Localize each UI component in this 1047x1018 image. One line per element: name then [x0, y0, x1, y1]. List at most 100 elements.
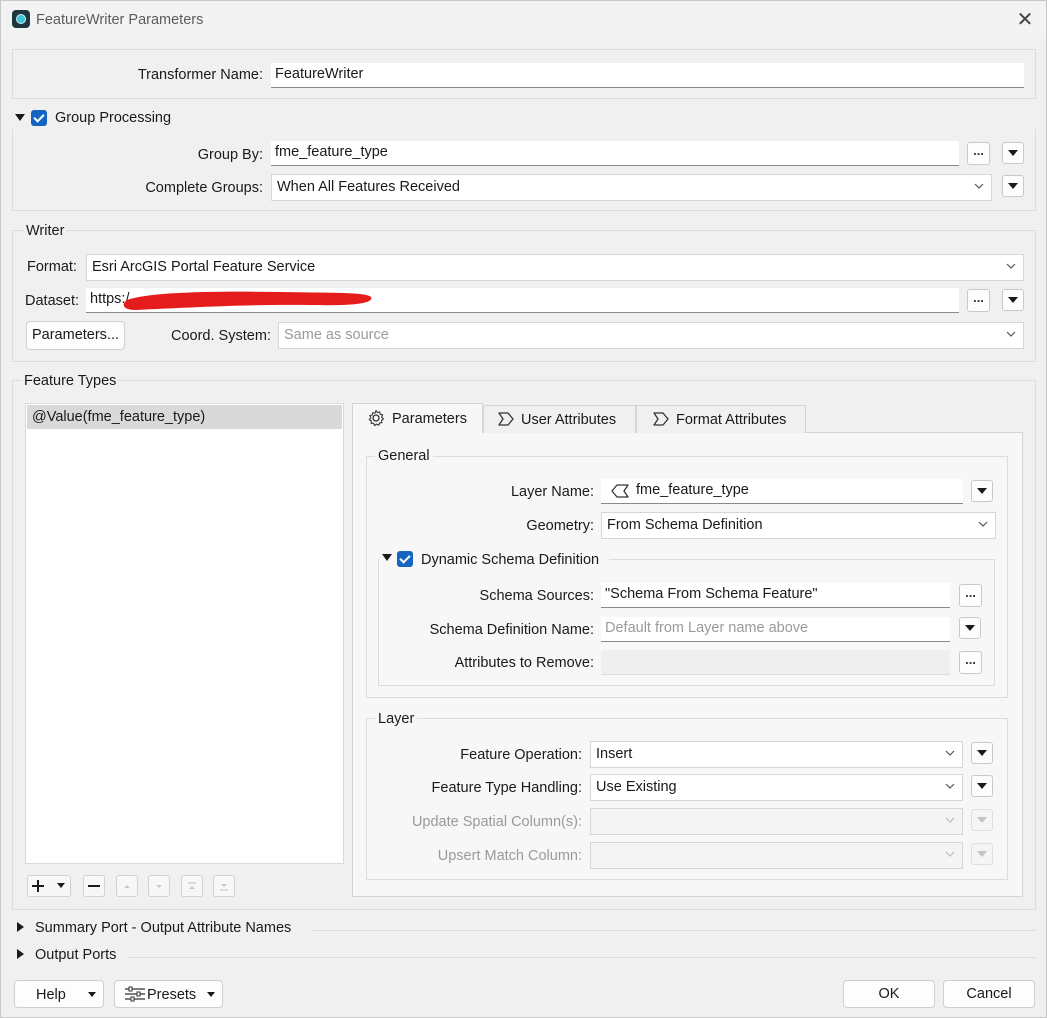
complete-groups-label: Complete Groups: [145, 180, 263, 196]
dataset-label: Dataset: [25, 293, 79, 309]
feature-operation-menu-button[interactable] [971, 742, 993, 764]
feature-operation-label: Feature Operation: [460, 747, 582, 763]
schema-definition-name-placeholder: Default from Layer name above [605, 620, 809, 636]
coord-system-value: Same as source [284, 327, 389, 343]
feature-operation-select[interactable]: Insert [590, 741, 963, 768]
output-ports-section-label[interactable]: Output Ports [35, 947, 116, 963]
window-title: FeatureWriter Parameters [36, 12, 204, 28]
schema-definition-name-label: Schema Definition Name: [429, 622, 594, 638]
move-top-button[interactable] [181, 875, 203, 897]
summary-port-section-label[interactable]: Summary Port - Output Attribute Names [35, 920, 291, 936]
attributes-to-remove-input[interactable] [601, 650, 950, 675]
geometry-select[interactable]: From Schema Definition [601, 512, 996, 539]
upsert-match-column-menu-button[interactable] [971, 843, 993, 865]
update-spatial-columns-select[interactable] [590, 808, 963, 835]
upsert-match-column-select[interactable] [590, 842, 963, 869]
group-by-menu-button[interactable] [1002, 142, 1024, 164]
feature-operation-value: Insert [596, 746, 633, 762]
feature-types-section-label: Feature Types [22, 373, 119, 389]
complete-groups-select[interactable]: When All Features Received [271, 174, 992, 201]
schema-sources-label: Schema Sources: [479, 588, 594, 604]
add-feature-type-button[interactable] [27, 875, 71, 897]
move-up-button[interactable] [116, 875, 138, 897]
chevron-down-icon [973, 180, 985, 192]
layer-section-label: Layer [375, 711, 418, 727]
geometry-label: Geometry: [526, 518, 594, 534]
feature-type-handling-select[interactable]: Use Existing [590, 774, 963, 801]
presets-button[interactable]: Presets [114, 980, 223, 1008]
feature-type-item[interactable]: @Value(fme_feature_type) [27, 405, 342, 429]
coord-system-label: Coord. System: [171, 328, 271, 344]
chevron-down-icon [207, 992, 215, 997]
complete-groups-menu-button[interactable] [1002, 175, 1024, 197]
coord-system-select[interactable]: Same as source [278, 322, 1024, 349]
remove-feature-type-button[interactable] [83, 875, 105, 897]
dynamic-schema-label: Dynamic Schema Definition [421, 552, 600, 568]
chevron-down-icon [1005, 328, 1017, 340]
summary-port-expand-icon[interactable] [17, 922, 24, 932]
move-bottom-button[interactable] [213, 875, 235, 897]
section-divider [127, 957, 1036, 958]
group-by-browse-button[interactable]: ... [967, 142, 990, 165]
dynamic-schema-checkbox[interactable] [397, 551, 413, 567]
general-section-label: General [375, 448, 433, 464]
group-by-input[interactable]: fme_feature_type [271, 141, 959, 166]
tab-parameters[interactable]: Parameters [352, 403, 483, 433]
schema-definition-name-menu-button[interactable] [959, 617, 981, 639]
dataset-browse-button[interactable]: ... [967, 289, 990, 312]
writer-section-label: Writer [24, 223, 67, 239]
transformer-name-input[interactable]: FeatureWriter [271, 63, 1024, 88]
help-button-label: Help [36, 987, 66, 1003]
layer-name-input[interactable]: fme_feature_type [601, 479, 963, 504]
schema-definition-name-input[interactable]: Default from Layer name above [601, 617, 950, 642]
feature-type-handling-label: Feature Type Handling: [431, 780, 582, 796]
chevron-down-icon [57, 883, 65, 888]
gear-icon [368, 409, 385, 427]
update-spatial-columns-menu-button[interactable] [971, 809, 993, 831]
redaction-mark [123, 291, 372, 310]
tab-parameters-label: Parameters [392, 411, 467, 427]
move-up-icon [124, 885, 130, 888]
group-processing-checkbox[interactable] [31, 110, 47, 126]
schema-sources-browse-button[interactable]: ... [959, 584, 982, 607]
group-processing-collapse-icon[interactable] [15, 114, 25, 121]
output-ports-expand-icon[interactable] [17, 949, 24, 959]
layer-name-menu-button[interactable] [971, 480, 993, 502]
update-spatial-columns-label: Update Spatial Column(s): [411, 814, 582, 830]
group-processing-label: Group Processing [55, 110, 172, 126]
tab-format-attributes[interactable]: Format Attributes [636, 405, 806, 433]
move-down-icon [156, 885, 162, 888]
feature-type-handling-menu-button[interactable] [971, 775, 993, 797]
layer-name-value: fme_feature_type [636, 482, 749, 498]
title-bar: FeatureWriter Parameters ✕ [1, 1, 1046, 39]
format-select[interactable]: Esri ArcGIS Portal Feature Service [86, 254, 1024, 281]
section-divider [311, 930, 1036, 931]
format-value: Esri ArcGIS Portal Feature Service [92, 259, 316, 275]
writer-parameters-button[interactable]: Parameters... [26, 321, 125, 350]
help-button[interactable]: Help [14, 980, 104, 1008]
dataset-menu-button[interactable] [1002, 289, 1024, 311]
move-down-button[interactable] [148, 875, 170, 897]
move-bottom-icon [220, 884, 228, 891]
ok-button[interactable]: OK [843, 980, 935, 1008]
chevron-down-icon [944, 848, 956, 860]
chevron-down-icon [977, 518, 989, 530]
close-icon[interactable]: ✕ [1014, 9, 1036, 31]
complete-groups-value: When All Features Received [277, 179, 460, 195]
minus-icon [88, 885, 100, 887]
attributes-to-remove-label: Attributes to Remove: [454, 655, 594, 671]
geometry-value: From Schema Definition [607, 517, 763, 533]
attribute-icon [498, 412, 514, 426]
chevron-down-icon [944, 747, 956, 759]
cancel-button[interactable]: Cancel [943, 980, 1035, 1008]
feature-type-handling-value: Use Existing [596, 779, 677, 795]
layer-name-label: Layer Name: [510, 484, 594, 500]
dynamic-schema-collapse-icon[interactable] [382, 554, 392, 561]
tab-user-attributes[interactable]: User Attributes [483, 405, 636, 433]
chevron-down-icon [88, 992, 96, 997]
attributes-to-remove-browse-button[interactable]: ... [959, 651, 982, 674]
presets-sliders-icon [125, 986, 145, 1002]
schema-sources-input[interactable]: "Schema From Schema Feature" [601, 583, 950, 608]
feature-types-list: @Value(fme_feature_type) [25, 403, 344, 864]
presets-button-label: Presets [147, 987, 197, 1003]
